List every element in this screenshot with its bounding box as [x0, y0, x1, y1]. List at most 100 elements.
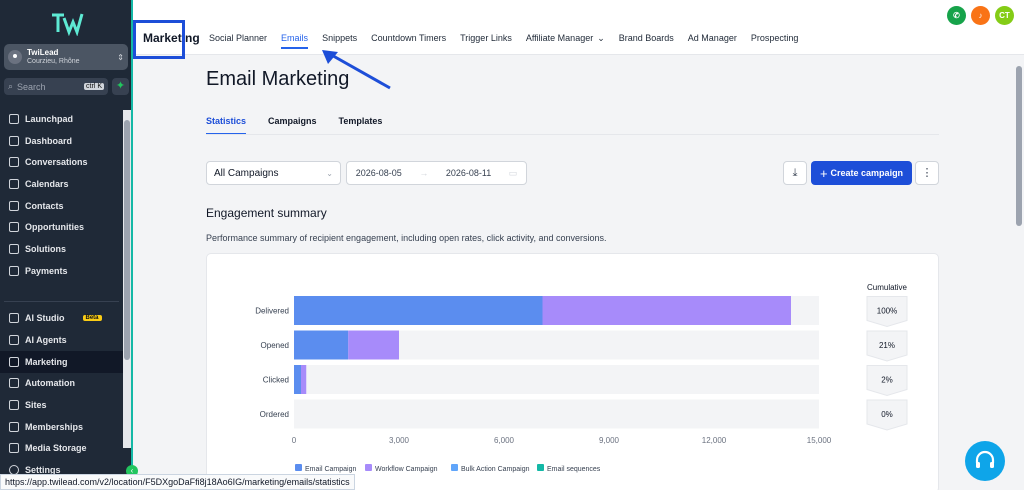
sidebar-item-memberships[interactable]: Memberships [0, 416, 123, 438]
chevron-down-icon: ⌄ [597, 33, 605, 43]
sidebar-item-marketing[interactable]: Marketing [0, 350, 123, 373]
sidebar-item-label: AI Studio [25, 313, 65, 324]
sidebar-item-payments[interactable]: Payments [0, 260, 123, 282]
engagement-chart: Delivered 100% Opened 21% Clicked 2% Ordered 0%… [255, 283, 907, 473]
phone-icon[interactable]: ✆ [947, 6, 966, 25]
status-bar-url: https://app.twilead.com/v2/location/F5DX… [0, 474, 355, 490]
bar-track [294, 365, 819, 394]
sidebar-item-label: Marketing [25, 356, 68, 367]
bar-email-campaign [294, 330, 349, 360]
top-nav-countdown-timers[interactable]: Countdown Timers [371, 33, 446, 49]
campaign-filter-select[interactable]: All Campaigns ⌄ [206, 161, 341, 185]
bar-email-campaign [294, 296, 543, 325]
arrow-right-icon: → [419, 168, 429, 178]
highlight-box [133, 20, 185, 59]
category-label: Clicked [263, 376, 289, 385]
support-chat-button[interactable] [965, 441, 1005, 481]
top-nav-trigger-links[interactable]: Trigger Links [460, 33, 512, 49]
sidebar-item-calendars[interactable]: Calendars [0, 173, 123, 195]
sidebar-item-automation[interactable]: Automation [0, 373, 123, 395]
sparkle-icon [9, 313, 19, 324]
sidebar-item-label: Media Storage [25, 443, 87, 454]
sidebar-item-label: Payments [25, 265, 68, 276]
campaign-filter-value: All Campaigns [214, 167, 279, 179]
tab-campaigns[interactable]: Campaigns [268, 116, 317, 135]
bar-track [294, 399, 819, 429]
x-tick-label: 6,000 [494, 436, 515, 445]
account-location: Courzieu, Rhône [27, 58, 80, 65]
sidebar-item-label: Calendars [25, 178, 69, 189]
sidebar-item-label: Solutions [25, 243, 66, 254]
top-nav: Social Planner Emails Snippets Countdown Ti… [209, 33, 812, 49]
sidebar-item-dashboard[interactable]: Dashboard [0, 130, 123, 152]
chevron-updown-icon: ⇕ [117, 52, 124, 62]
sidebar-scrollbar[interactable] [123, 110, 131, 448]
sidebar-item-ai-studio[interactable]: AI Studio Beta [0, 308, 123, 330]
top-nav-affiliate-manager[interactable]: Affiliate Manager [526, 33, 593, 49]
image-icon [9, 443, 19, 454]
sidebar-item-opportunities[interactable]: Opportunities [0, 216, 123, 238]
bar-workflow-campaign [348, 330, 399, 360]
rocket-icon [9, 113, 19, 124]
legend-label: Email Campaign [305, 466, 356, 473]
sidebar-item-label: Sites [25, 400, 47, 411]
x-tick-label: 15,000 [807, 436, 832, 445]
top-nav-prospecting[interactable]: Prospecting [751, 33, 799, 49]
sidebar-item-label: Automation [25, 378, 75, 389]
bot-icon [9, 335, 19, 346]
sidebar-item-launchpad[interactable]: Launchpad [0, 108, 123, 130]
legend-label: Workflow Campaign [375, 466, 438, 473]
cumulative-value: 21% [879, 341, 895, 350]
sidebar-item-contacts[interactable]: Contacts [0, 195, 123, 217]
tab-statistics[interactable]: Statistics [206, 116, 247, 135]
date-range-picker[interactable]: 2026-08-05 → 2026-08-11 ▭ [346, 161, 527, 185]
bar-email-campaign [294, 365, 301, 394]
top-nav-social-planner[interactable]: Social Planner [209, 33, 267, 49]
quick-add-button[interactable]: ✦ [112, 78, 129, 95]
user-avatar[interactable]: CT [995, 6, 1014, 25]
tab-templates[interactable]: Templates [339, 116, 383, 135]
legend-label: Bulk Action Campaign [461, 466, 530, 473]
page-scrollbar[interactable] [1014, 56, 1024, 490]
top-nav-brand-boards[interactable]: Brand Boards [619, 33, 674, 49]
globe-icon [9, 400, 19, 411]
top-nav-ad-manager[interactable]: Ad Manager [688, 33, 737, 49]
bell-icon[interactable]: ♪ [971, 6, 990, 25]
search-input[interactable]: ⌕ Search ctrl K [4, 78, 108, 95]
download-icon: ⤓ [792, 167, 798, 179]
funnel-icon [9, 222, 19, 233]
bar-workflow-campaign [542, 296, 791, 325]
account-switcher[interactable]: TwiLead Courzieu, Rhône ⇕ [4, 44, 128, 70]
sidebar-item-label: AI Agents [25, 335, 67, 346]
top-bar: Marketing Social Planner Emails Snippets Co… [133, 0, 1024, 55]
cumulative-value: 2% [881, 376, 893, 385]
sidebar-item-label: Memberships [25, 421, 84, 432]
sidebar-nav: Launchpad Dashboard Conversations Calendars… [0, 108, 123, 459]
sidebar-item-media-storage[interactable]: Media Storage [0, 438, 123, 460]
sidebar-item-sites[interactable]: Sites [0, 394, 123, 416]
top-nav-snippets[interactable]: Snippets [322, 33, 357, 49]
chat-icon [9, 157, 19, 168]
sidebar-item-ai-agents[interactable]: AI Agents [0, 329, 123, 351]
automation-icon [9, 378, 19, 389]
send-icon [9, 356, 19, 367]
download-button[interactable]: ⤓ [783, 161, 807, 185]
search-icon: ⌕ [8, 81, 14, 91]
x-tick-label: 3,000 [389, 436, 410, 445]
page-title: Email Marketing [206, 68, 350, 90]
kebab-icon: ⋮ [921, 167, 933, 179]
cumulative-value: 100% [877, 307, 897, 316]
engagement-title: Engagement summary [206, 206, 327, 220]
create-campaign-label: Create campaign [830, 168, 904, 178]
legend-swatch [295, 464, 302, 471]
legend-swatch [537, 464, 544, 471]
more-options-button[interactable]: ⋮ [915, 161, 939, 185]
sidebar-item-label: Launchpad [25, 113, 74, 124]
create-campaign-button[interactable]: + Create campaign [811, 161, 912, 185]
sidebar-item-solutions[interactable]: Solutions [0, 238, 123, 260]
top-nav-emails[interactable]: Emails [281, 33, 309, 49]
category-label: Ordered [260, 410, 289, 419]
x-tick-label: 12,000 [702, 436, 727, 445]
sidebar-item-conversations[interactable]: Conversations [0, 151, 123, 173]
receipt-icon [9, 265, 19, 276]
